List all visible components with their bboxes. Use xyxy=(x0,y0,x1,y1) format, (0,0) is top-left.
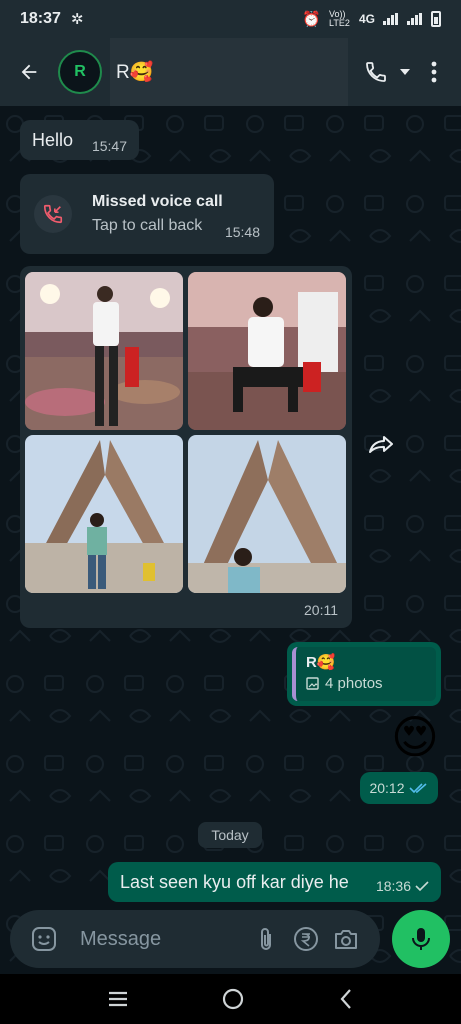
message-text: Hello xyxy=(32,129,74,150)
photo-2[interactable] xyxy=(188,272,346,430)
image-icon xyxy=(306,677,319,690)
voice-call-button[interactable] xyxy=(361,52,391,92)
rupee-icon xyxy=(294,927,318,951)
arrow-left-icon xyxy=(21,64,37,80)
message-time: 18:36 xyxy=(375,878,411,894)
quoted-photos-label: 4 photos xyxy=(325,675,383,692)
emoji-sticker-button[interactable] xyxy=(24,919,64,959)
back-button[interactable] xyxy=(0,38,58,106)
signal-icon-2 xyxy=(407,13,422,25)
chat-area[interactable]: Hello 15:47 Missed voice call Tap to cal… xyxy=(0,106,461,974)
alarm-icon: ⏰ xyxy=(302,11,321,28)
status-bar: 18:37 ✲ ⏰ Vo)) LTE2 4G xyxy=(0,0,461,38)
double-check-icon xyxy=(408,783,427,794)
message-time: 15:48 xyxy=(224,224,260,240)
camera-icon xyxy=(335,930,357,949)
status-time: 18:37 xyxy=(20,10,61,27)
photo-1[interactable] xyxy=(25,272,183,430)
svg-text:😍: 😍 xyxy=(391,711,439,763)
message-input[interactable]: Message xyxy=(80,928,246,951)
missed-call-subtitle: Tap to call back xyxy=(92,217,203,234)
signal-icon xyxy=(383,13,398,25)
call-options-button[interactable] xyxy=(395,52,415,92)
message-last-seen[interactable]: Last seen kyu off kar diye he 18:36 xyxy=(108,862,441,902)
missed-call-message[interactable]: Missed voice call Tap to call back 15:48 xyxy=(20,174,274,254)
message-time: 20:12 xyxy=(369,780,405,796)
home-icon[interactable] xyxy=(222,988,244,1010)
chat-header: R R🥰 xyxy=(0,38,461,106)
message-time: 20:11 xyxy=(304,602,338,618)
pinwheel-icon: ✲ xyxy=(70,11,84,28)
battery-icon xyxy=(431,11,441,27)
payment-button[interactable] xyxy=(286,919,326,959)
more-options-button[interactable] xyxy=(419,52,449,92)
paperclip-icon xyxy=(261,928,271,950)
quoted-reply-message[interactable]: R🥰 4 photos xyxy=(287,642,441,706)
phone-icon xyxy=(366,62,386,82)
system-nav-bar xyxy=(0,974,461,1024)
caret-down-icon xyxy=(400,69,410,75)
photo-album-message[interactable]: 20:11 xyxy=(20,266,352,628)
quoted-preview[interactable]: R🥰 4 photos xyxy=(292,647,436,701)
network-type: 4G xyxy=(358,12,375,26)
photo-3[interactable] xyxy=(25,435,183,593)
missed-call-title: Missed voice call xyxy=(92,193,223,210)
recents-icon[interactable] xyxy=(107,990,129,1008)
camera-button[interactable] xyxy=(326,919,366,959)
avatar[interactable]: R xyxy=(58,50,102,94)
message-hello[interactable]: Hello 15:47 xyxy=(20,120,139,160)
kebab-menu-icon xyxy=(431,61,437,83)
voice-record-button[interactable] xyxy=(392,910,450,968)
network-label: Vo)) LTE2 xyxy=(328,9,350,28)
quoted-sender: R🥰 xyxy=(306,654,336,671)
back-nav-icon[interactable] xyxy=(338,988,354,1010)
status-icons: ⏰ Vo)) LTE2 4G xyxy=(302,10,441,28)
heart-eyes-emoji[interactable]: 😍 xyxy=(386,708,444,766)
date-divider: Today xyxy=(198,822,262,848)
contact-name[interactable]: R🥰 xyxy=(110,38,348,106)
single-check-icon xyxy=(415,881,429,892)
photo-4[interactable] xyxy=(188,435,346,593)
message-composer: Message xyxy=(10,910,380,968)
mic-icon xyxy=(412,928,430,950)
missed-call-icon xyxy=(34,195,72,233)
emoji-time-bubble: 20:12 xyxy=(360,772,438,804)
message-text: Last seen kyu off kar diye he xyxy=(120,871,349,892)
forward-icon[interactable] xyxy=(364,428,398,462)
sticker-icon xyxy=(32,927,56,951)
attach-button[interactable] xyxy=(246,919,286,959)
message-time: 15:47 xyxy=(91,138,127,154)
